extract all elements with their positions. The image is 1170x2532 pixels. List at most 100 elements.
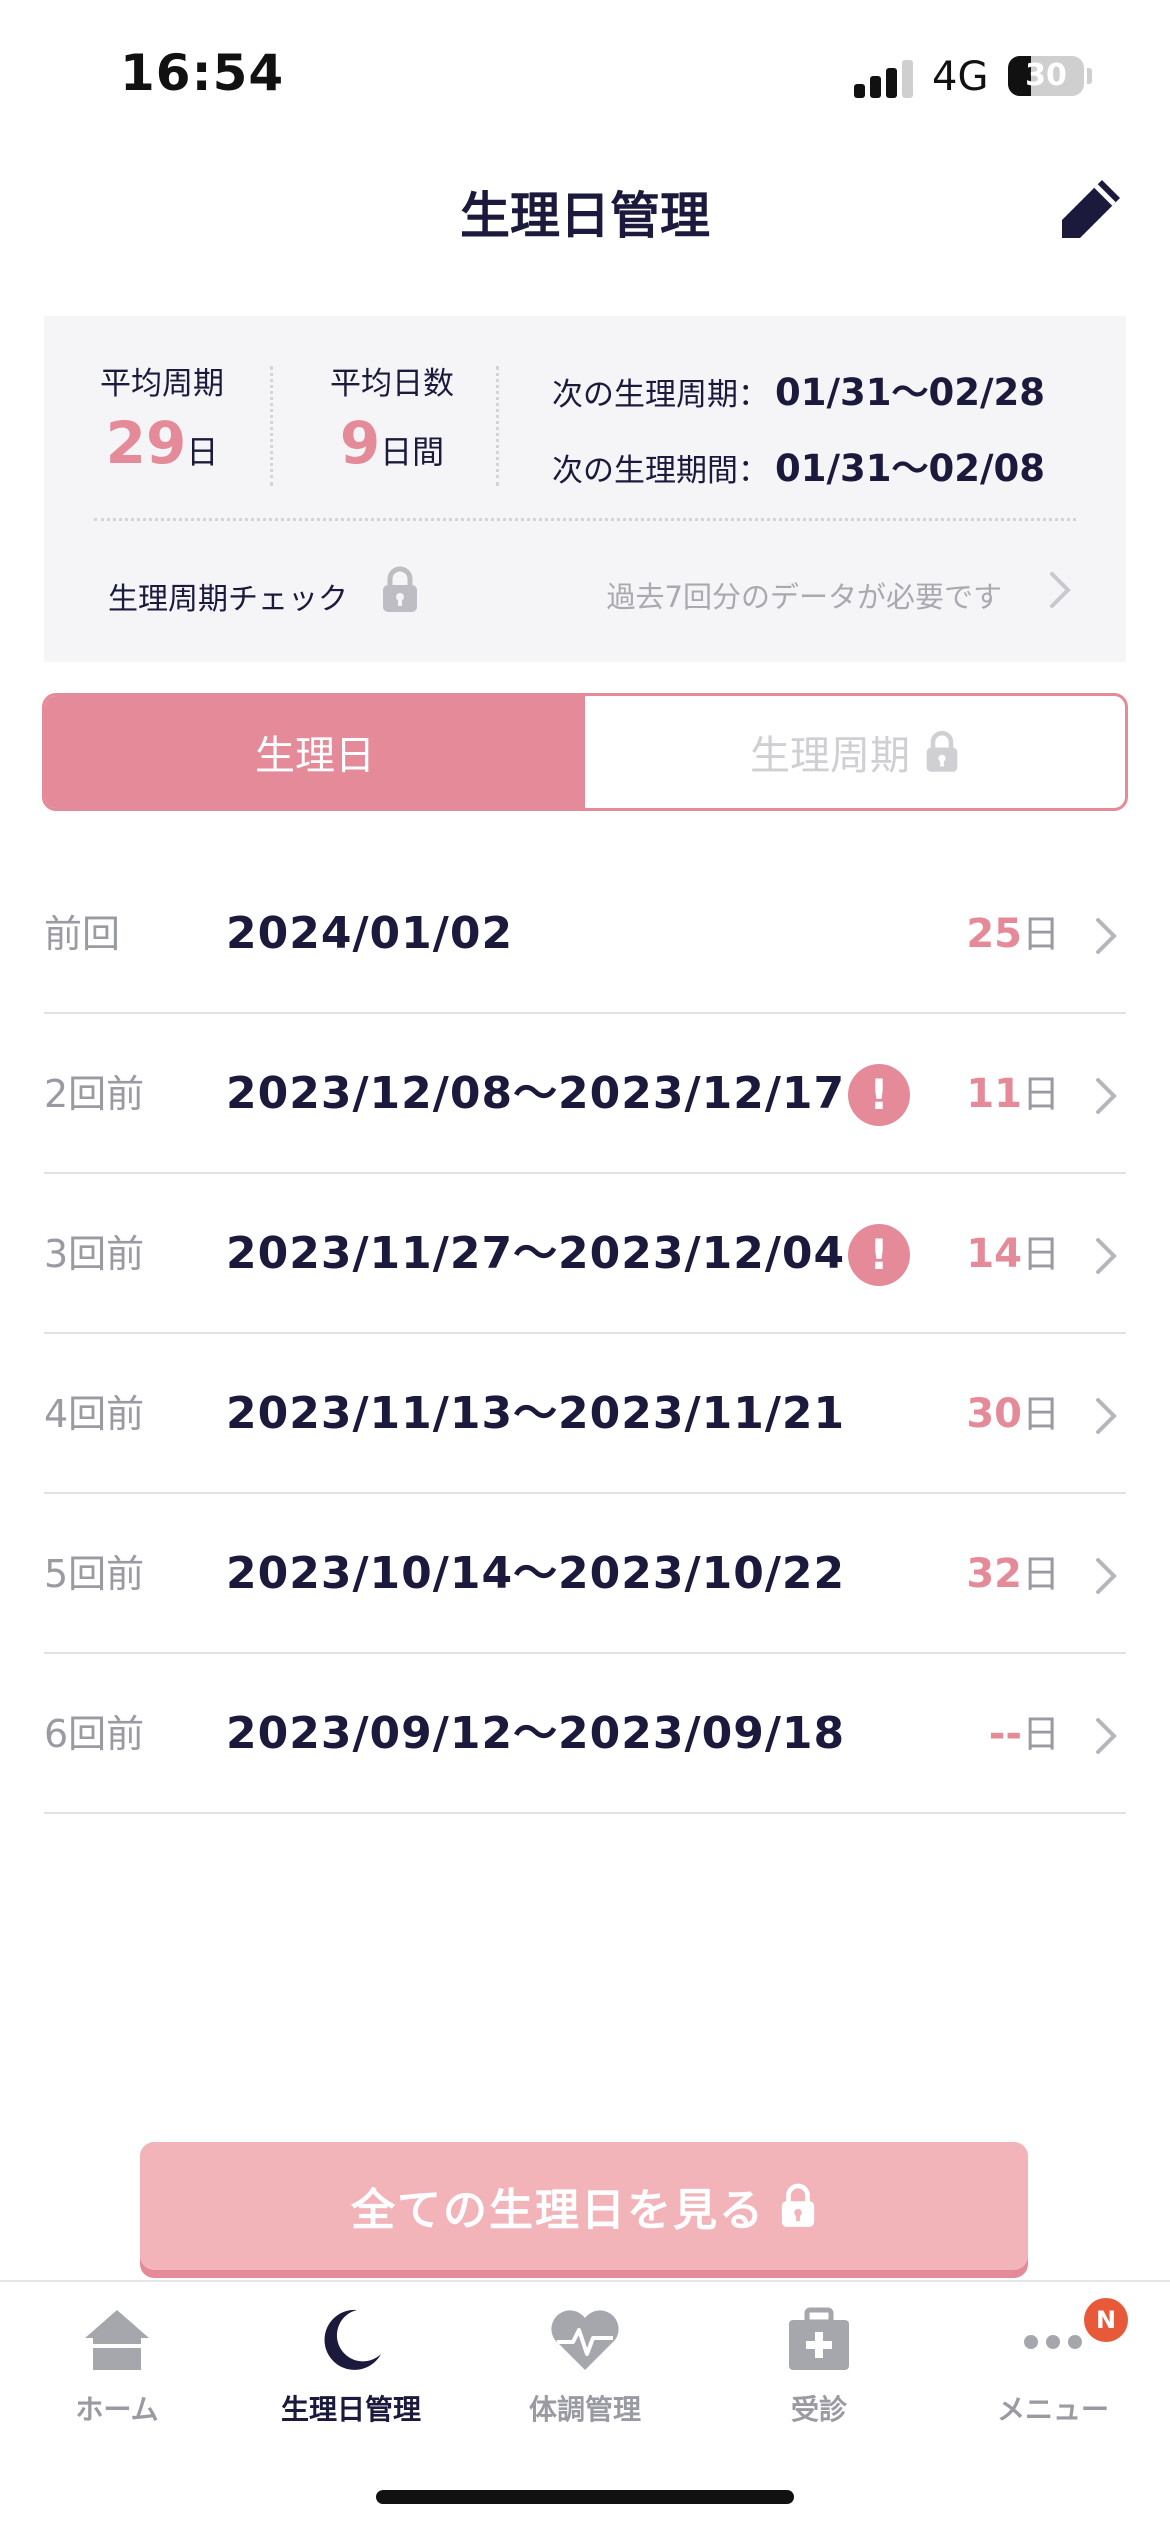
history-row[interactable]: 3回前 2023/11/27〜2023/12/04 14日! — [44, 1174, 1126, 1334]
avg-cycle-unit: 日 — [186, 433, 219, 471]
next-period-label: 次の生理期間： — [552, 453, 769, 489]
history-row-date: 2023/11/27〜2023/12/04 — [226, 1228, 846, 1279]
history-row[interactable]: 2回前 2023/12/08〜2023/12/17 11日! — [44, 1014, 1126, 1174]
tab-cycle-label: 生理周期 — [750, 733, 910, 779]
history-row[interactable]: 5回前 2023/10/14〜2023/10/22 32日 — [44, 1494, 1126, 1654]
chevron-right-icon — [1096, 1078, 1117, 1114]
history-row-days-unit: 日 — [1021, 1072, 1060, 1116]
chevron-right-icon — [1096, 1558, 1117, 1594]
history-row-label: 6回前 — [44, 1712, 145, 1756]
tab-home-label: ホーム — [75, 2393, 159, 2426]
page-title: 生理日管理 — [460, 187, 710, 245]
history-row-date: 2024/01/02 — [226, 908, 514, 959]
avg-days-value: 9 — [339, 409, 381, 477]
history-row-days: 11日 — [966, 1014, 1060, 1182]
history-row-days-unit: 日 — [1021, 1232, 1060, 1276]
history-row-date: 2023/09/12〜2023/09/18 — [226, 1708, 846, 1759]
chevron-right-icon — [1096, 1238, 1117, 1274]
tab-cycle[interactable]: 生理周期 — [585, 696, 1125, 808]
status-bar: 16:54 4G 30 — [0, 0, 1170, 150]
history-row[interactable]: 6回前 2023/09/12〜2023/09/18 --日 — [44, 1654, 1126, 1814]
alert-icon: ! — [848, 1224, 910, 1286]
stat-divider — [496, 366, 499, 486]
chevron-right-icon — [1096, 1718, 1117, 1754]
avg-cycle-label: 平均周期 — [100, 366, 224, 402]
history-row-days: 30日 — [966, 1334, 1060, 1502]
tab-period-management-label: 生理日管理 — [280, 2393, 421, 2426]
history-row[interactable]: 前回 2024/01/02 25日 — [44, 854, 1126, 1014]
history-row-days: --日 — [989, 1654, 1060, 1822]
tab-menu-label: メニュー — [996, 2393, 1109, 2426]
edit-button[interactable] — [1050, 170, 1130, 250]
history-row-days: 14日 — [966, 1174, 1060, 1342]
history-row-days-value: 25 — [966, 911, 1022, 957]
cycle-summary-card: 平均周期 29日 平均日数 9日間 次の生理周期： 01/31〜02/28 次の生… — [44, 316, 1126, 662]
menu-notification-badge: N — [1084, 2298, 1128, 2342]
history-row-days-value: -- — [988, 1711, 1022, 1757]
status-time: 16:54 — [120, 44, 285, 102]
alert-icon: ! — [848, 1064, 910, 1126]
tab-health-label: 体調管理 — [528, 2393, 641, 2426]
history-row-label: 前回 — [44, 912, 121, 956]
history-row-label: 3回前 — [44, 1232, 145, 1276]
avg-days-stat: 平均日数 9日間 — [284, 358, 500, 477]
tab-period-label: 生理日 — [255, 733, 375, 779]
lock-icon — [926, 730, 958, 772]
history-row-days-value: 14 — [966, 1231, 1022, 1277]
next-period-value: 01/31〜02/08 — [775, 447, 1045, 490]
battery-level: 30 — [1025, 58, 1067, 93]
avg-cycle-value: 29 — [105, 409, 187, 477]
history-row-days-unit: 日 — [1021, 1392, 1060, 1436]
heart-pulse-icon — [551, 2310, 619, 2370]
avg-days-label: 平均日数 — [330, 366, 454, 402]
chevron-right-icon — [1096, 918, 1117, 954]
history-row-days: 32日 — [966, 1494, 1060, 1662]
period-history-list: 前回 2024/01/02 25日 2回前 2023/12/08〜2023/12/17 1… — [44, 854, 1126, 1814]
view-all-periods-label: 全ての生理日を見る — [351, 2185, 765, 2236]
home-indicator — [376, 2490, 794, 2504]
summary-divider — [94, 518, 1076, 521]
home-icon — [85, 2310, 149, 2370]
history-row-label: 5回前 — [44, 1552, 145, 1596]
avg-cycle-stat: 平均周期 29日 — [64, 358, 260, 477]
tab-period-management[interactable]: 生理日管理 — [234, 2302, 468, 2428]
next-cycle-label: 次の生理周期： — [552, 377, 769, 413]
tab-home[interactable]: ホーム — [0, 2302, 234, 2428]
cycle-check-message: 過去7回分のデータが必要です — [606, 580, 1002, 614]
history-row[interactable]: 4回前 2023/11/13〜2023/11/21 30日 — [44, 1334, 1126, 1494]
history-type-tabs: 生理日 生理周期 — [42, 693, 1128, 811]
more-dots-icon — [1024, 2335, 1082, 2349]
history-row-label: 2回前 — [44, 1072, 145, 1116]
medical-kit-icon — [789, 2307, 849, 2370]
chevron-right-icon — [1050, 572, 1071, 608]
history-row-days-value: 11 — [966, 1071, 1022, 1117]
tab-menu[interactable]: メニュー — [936, 2302, 1170, 2428]
lock-icon — [781, 2183, 815, 2227]
view-all-periods-button[interactable]: 全ての生理日を見る — [140, 2142, 1028, 2270]
pencil-icon — [1062, 180, 1120, 238]
history-row-days-unit: 日 — [1021, 912, 1060, 956]
network-type: 4G — [932, 54, 989, 100]
tab-consultation[interactable]: 受診 — [702, 2302, 936, 2428]
next-period-row: 次の生理期間： 01/31〜02/08 — [552, 438, 1045, 492]
history-row-days-unit: 日 — [1021, 1712, 1060, 1756]
battery-icon: 30 — [1008, 56, 1084, 96]
moon-icon — [324, 2309, 381, 2370]
avg-days-unit: 日間 — [380, 433, 445, 471]
chevron-right-icon — [1096, 1398, 1117, 1434]
history-row-days: 25日 — [966, 854, 1060, 1022]
next-cycle-value: 01/31〜02/28 — [775, 371, 1045, 414]
tab-health[interactable]: 体調管理 — [468, 2302, 702, 2428]
tab-period[interactable]: 生理日 — [45, 696, 585, 808]
history-row-date: 2023/10/14〜2023/10/22 — [226, 1548, 846, 1599]
next-cycle-row: 次の生理周期： 01/31〜02/28 — [552, 362, 1045, 416]
battery-tip — [1087, 68, 1092, 84]
history-row-label: 4回前 — [44, 1392, 145, 1436]
history-row-days-value: 32 — [966, 1551, 1022, 1597]
history-row-date: 2023/12/08〜2023/12/17 — [226, 1068, 846, 1119]
history-row-date: 2023/11/13〜2023/11/21 — [226, 1388, 846, 1439]
history-row-days-unit: 日 — [1021, 1552, 1060, 1596]
lock-icon — [383, 566, 417, 612]
history-row-days-value: 30 — [966, 1391, 1022, 1437]
stat-divider — [270, 366, 273, 486]
